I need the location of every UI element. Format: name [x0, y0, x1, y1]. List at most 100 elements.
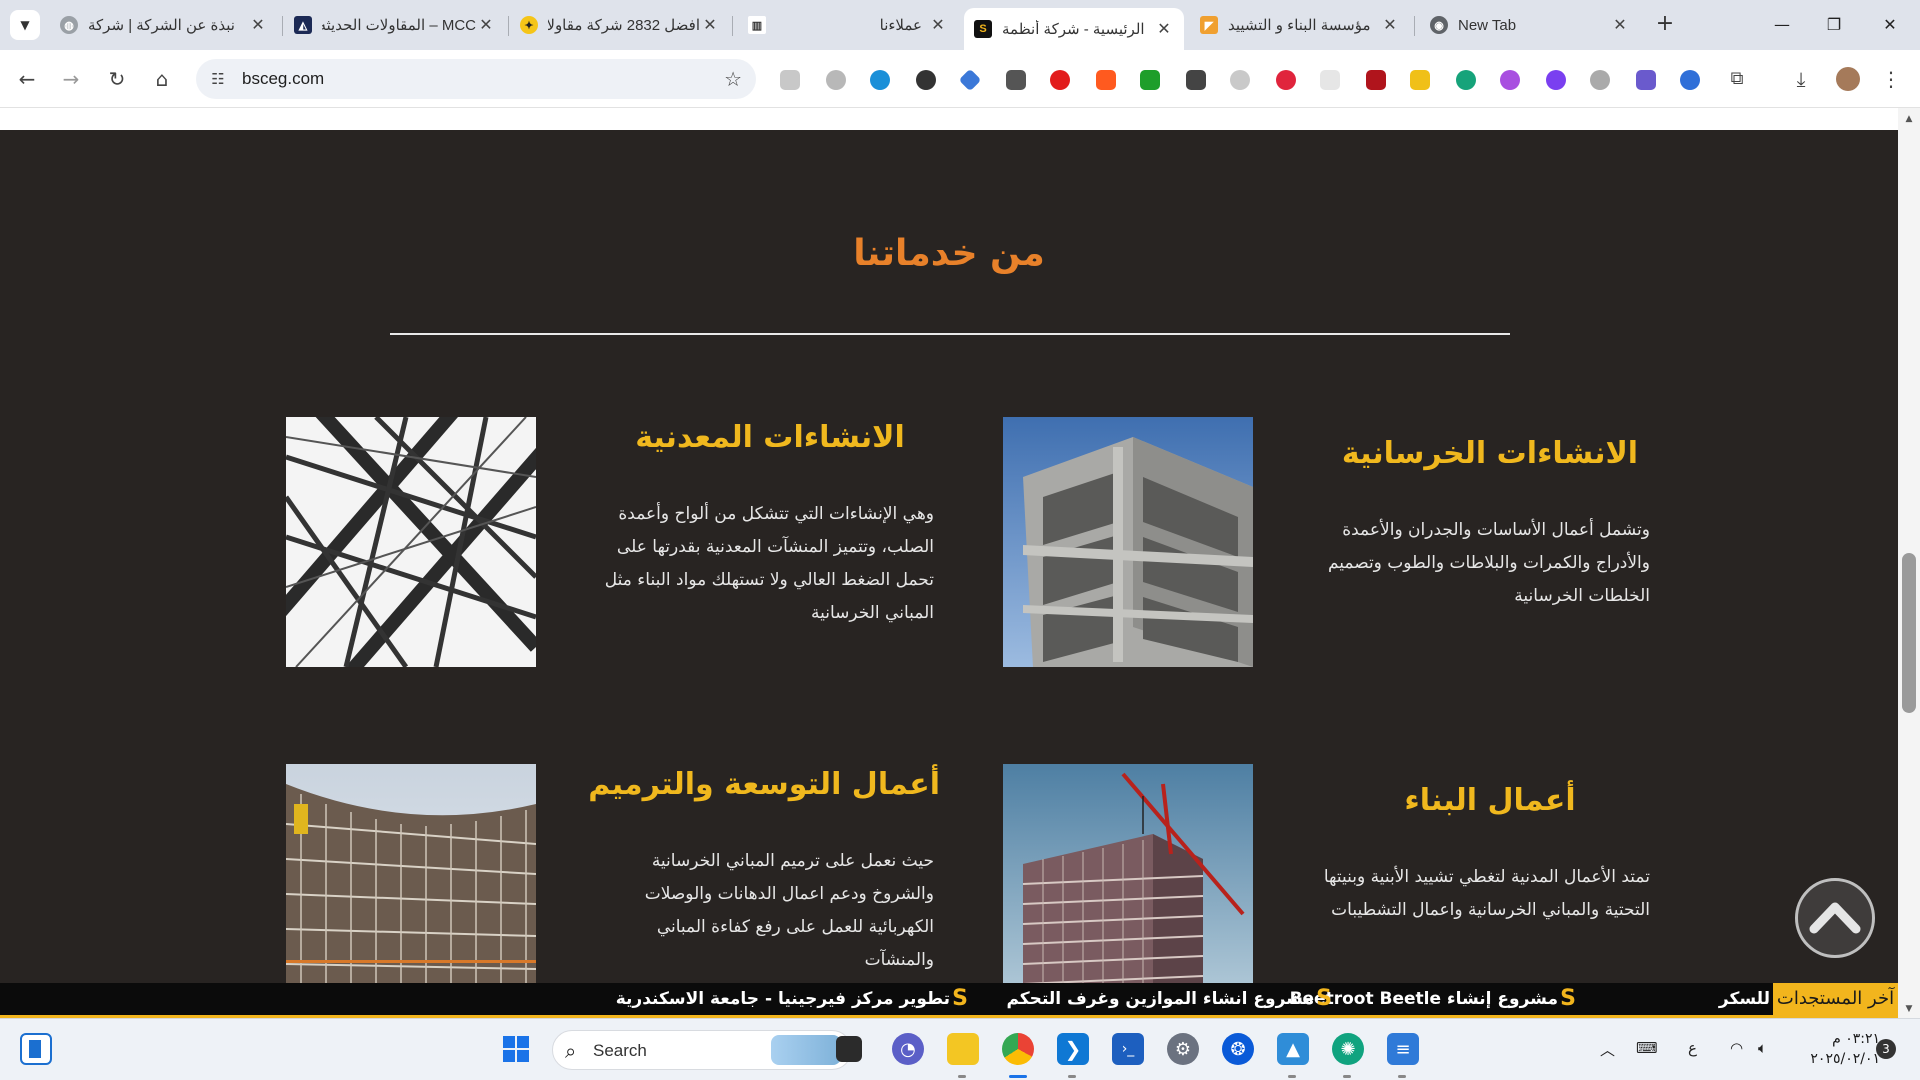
input-language-indicator[interactable]: ع	[1688, 1039, 1697, 1057]
extension-icon[interactable]	[870, 70, 890, 90]
scroll-to-top-button[interactable]	[1795, 878, 1875, 958]
extension-icon[interactable]	[1590, 70, 1610, 90]
vscode-icon[interactable]: ❯	[1057, 1033, 1089, 1065]
crane-building-image	[1003, 764, 1253, 984]
chatgpt-icon[interactable]: ✺	[1332, 1033, 1364, 1065]
extension-icon[interactable]	[916, 70, 936, 90]
close-tab-icon[interactable]: ✕	[1610, 15, 1630, 35]
show-hidden-icons-chevron-icon[interactable]: ︿	[1600, 1039, 1615, 1060]
extension-icon[interactable]	[1410, 70, 1430, 90]
page-scrollbar[interactable]: ▲ ▼	[1898, 108, 1920, 1018]
close-window-icon[interactable]: ✕	[1870, 10, 1910, 40]
powershell-icon[interactable]: ›_	[1112, 1033, 1144, 1065]
globe-icon: ◍	[60, 16, 78, 34]
extension-icon[interactable]	[1140, 70, 1160, 90]
extension-icon[interactable]	[1096, 70, 1116, 90]
new-tab-plus-icon[interactable]: +	[1650, 10, 1680, 40]
system-clock[interactable]: ٠٣:٢١ م ٢٠٢٥/٠٢/٠١	[1800, 1029, 1880, 1069]
minimize-icon[interactable]: —	[1762, 10, 1802, 40]
tab-title: مؤسسة البناء و التشييد	[1228, 17, 1371, 34]
ticker-item[interactable]: للسكر	[1719, 983, 1770, 1015]
site-info-icon[interactable]: ☷	[208, 69, 228, 89]
extension-icon[interactable]	[826, 70, 846, 90]
profile-avatar[interactable]	[1836, 67, 1860, 91]
ticker-item[interactable]: Sمشروع انشاء الموازين وغرف التحكم	[1006, 983, 1332, 1015]
widgets-icon[interactable]	[20, 1033, 52, 1065]
tab-clients[interactable]: ▥ عملاءنا ✕	[738, 8, 958, 42]
tab-about-company[interactable]: ◍ نبذة عن الشركة | شركة ✕	[50, 8, 278, 42]
extension-icon[interactable]	[1006, 70, 1026, 90]
extensions-puzzle-icon[interactable]: ⧉	[1722, 64, 1752, 94]
bookmark-star-icon[interactable]: ☆	[724, 67, 742, 91]
taskbar-search-box[interactable]: ⌕ Search	[552, 1030, 852, 1070]
close-tab-icon[interactable]: ✕	[248, 15, 268, 35]
extension-icon[interactable]	[1366, 70, 1386, 90]
extension-icon[interactable]	[1636, 70, 1656, 90]
web-page: من خدماتنا الانشاءات المعدنية وهي الإنشا…	[0, 108, 1898, 984]
close-tab-icon[interactable]: ✕	[700, 15, 720, 35]
extension-icon[interactable]	[958, 68, 982, 92]
extension-icon[interactable]	[780, 70, 800, 90]
keyboard-icon[interactable]: ⌨	[1636, 1039, 1658, 1057]
tab-title: عملاءنا	[879, 17, 922, 34]
tab-new-tab[interactable]: ◉ New Tab ✕	[1420, 8, 1640, 42]
scroll-up-arrow-icon[interactable]: ▲	[1898, 114, 1920, 124]
tab-top-companies[interactable]: ✦ افضل 2832 شركة مقاولات ✕	[510, 8, 730, 42]
windows-taskbar: ⌕ Search ◔ ❯ ›_ ⚙ ❂ ▲ ✺ ≡ ︿ ⌨ ع ◠ 🔈︎ ٠٣:…	[0, 1018, 1920, 1080]
ticker-label: آخر المستجدات	[1773, 983, 1898, 1015]
download-icon[interactable]: ⤓	[1786, 64, 1816, 94]
scroll-down-arrow-icon[interactable]: ▼	[1898, 1004, 1920, 1014]
tab-construction-foundation[interactable]: ◤ مؤسسة البناء و التشييد ✕	[1190, 8, 1410, 42]
tab-title: نبذة عن الشركة | شركة	[88, 17, 235, 34]
settings-gear-icon[interactable]: ⚙	[1167, 1033, 1199, 1065]
tab-search-dropdown-icon[interactable]: ▼	[10, 10, 40, 40]
extension-icon[interactable]	[1500, 70, 1520, 90]
close-tab-icon[interactable]: ✕	[928, 15, 948, 35]
close-tab-icon[interactable]: ✕	[1154, 19, 1174, 39]
extension-icon[interactable]	[1050, 70, 1070, 90]
search-highlight-image	[771, 1035, 841, 1065]
ticker-item[interactable]: Sمشروع إنشاء Beetroot Beetle	[1290, 983, 1576, 1015]
search-icon: ⌕	[565, 1039, 577, 1063]
media-player-icon[interactable]: ❂	[1222, 1033, 1254, 1065]
forward-arrow-icon[interactable]: →	[56, 64, 86, 94]
photos-icon[interactable]: ▲	[1277, 1033, 1309, 1065]
tab-mcc[interactable]: ◭ MCC – المقاولات الحديثه ✕	[284, 8, 506, 42]
home-icon[interactable]: ⌂	[147, 64, 177, 94]
volume-icon[interactable]: 🔈︎	[1758, 1039, 1767, 1057]
service-title-metal: الانشاءات المعدنية	[635, 420, 905, 455]
ticker-item-text: مشروع انشاء الموازين وغرف التحكم	[1006, 989, 1314, 1009]
ticker-item[interactable]: Sتطوير مركز فيرجينيا - جامعة الاسكندرية	[616, 983, 968, 1015]
extension-icon[interactable]	[1186, 70, 1206, 90]
adblock-icon[interactable]	[1276, 70, 1296, 90]
menu-kebab-icon[interactable]: ⋮	[1876, 64, 1906, 94]
extension-icon[interactable]	[1230, 70, 1250, 90]
chrome-icon: ◉	[1430, 16, 1448, 34]
address-bar[interactable]: ☷ bsceg.com ☆	[196, 59, 756, 99]
teams-chat-icon[interactable]: ◔	[892, 1033, 924, 1065]
steel-structure-image	[286, 417, 536, 667]
close-tab-icon[interactable]: ✕	[1380, 15, 1400, 35]
search-label: Search	[593, 1041, 647, 1060]
back-arrow-icon[interactable]: ←	[12, 64, 42, 94]
reload-icon[interactable]: ↻	[102, 64, 132, 94]
service-text-metal: وهي الإنشاءات التي تتشكل من ألواح وأعمدة…	[604, 504, 934, 623]
scrollbar-thumb[interactable]	[1902, 553, 1916, 713]
extension-icon[interactable]	[1320, 70, 1340, 90]
chrome-icon[interactable]	[1002, 1033, 1034, 1065]
task-view-icon[interactable]	[836, 1036, 862, 1062]
extension-icon[interactable]	[1456, 70, 1476, 90]
windows-start-icon[interactable]	[500, 1033, 532, 1065]
notepad-icon[interactable]: ≡	[1387, 1033, 1419, 1065]
tab-title: MCC – المقاولات الحديثه	[322, 17, 476, 34]
company-s-logo-icon: S	[1560, 986, 1576, 1011]
file-explorer-icon[interactable]	[947, 1033, 979, 1065]
wifi-icon[interactable]: ◠	[1730, 1039, 1743, 1057]
extension-icon[interactable]	[1546, 70, 1566, 90]
url-text[interactable]: bsceg.com	[242, 69, 324, 89]
close-tab-icon[interactable]: ✕	[476, 15, 496, 35]
tab-home-active[interactable]: S الرئيسية - شركة أنظمة ✕	[964, 8, 1184, 50]
restore-icon[interactable]: ❐	[1814, 10, 1854, 40]
extension-icon[interactable]	[1680, 70, 1700, 90]
notification-badge[interactable]: 3	[1876, 1039, 1896, 1059]
